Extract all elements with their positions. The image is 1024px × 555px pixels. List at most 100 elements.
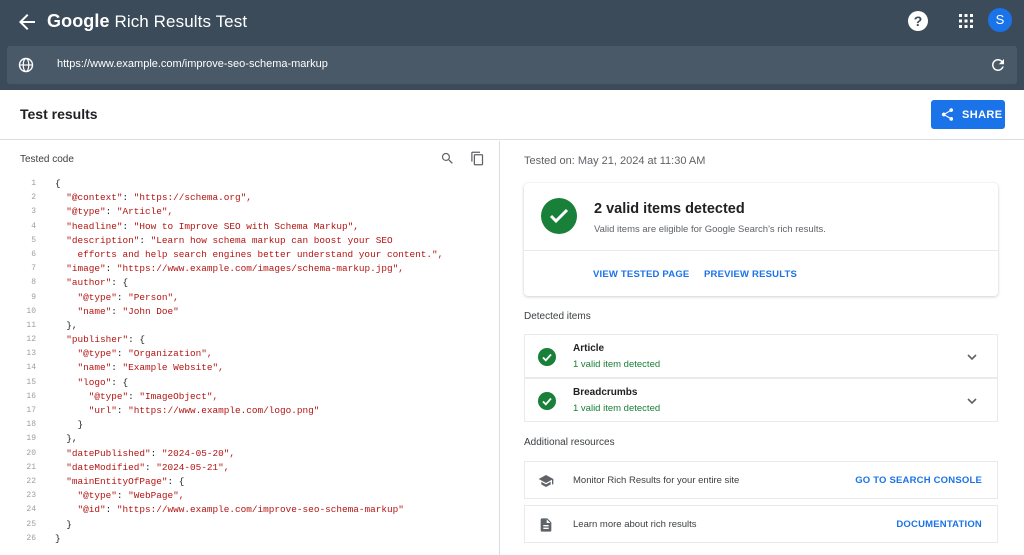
code-colon: : bbox=[145, 461, 157, 473]
line-number: 17 bbox=[26, 406, 36, 415]
line-number: 25 bbox=[26, 519, 36, 529]
help-icon[interactable]: ? bbox=[908, 11, 928, 31]
line-number: 1 bbox=[31, 179, 36, 188]
code-key: "author" bbox=[55, 277, 112, 289]
code-text: "name": "John Doe" bbox=[55, 305, 179, 319]
code-line: 17 "url": "https://www.example.com/logo.… bbox=[0, 404, 498, 418]
line-number: 19 bbox=[26, 434, 36, 444]
code-string: "https://www.example.com/logo.png" bbox=[128, 405, 320, 416]
code-string: "Example Website", bbox=[122, 362, 224, 374]
code-colon: : bbox=[128, 334, 140, 346]
code-string: "How to Improve SEO with Schema Markup", bbox=[133, 220, 359, 232]
code-colon: : bbox=[150, 447, 162, 459]
code-text: "url": "https://www.example.com/logo.png… bbox=[55, 404, 320, 418]
line-number: 26 bbox=[26, 533, 36, 543]
code-text: "@type": "WebPage", bbox=[55, 489, 185, 503]
view-tested-page-link[interactable]: VIEW TESTED PAGE bbox=[593, 269, 689, 280]
code-viewer[interactable]: 1{2 "@context": "https://schema.org", 3 "… bbox=[0, 177, 498, 546]
code-key: "description" bbox=[55, 234, 140, 246]
code-text: "@type": "Organization", bbox=[55, 347, 213, 361]
code-string: "Learn how schema markup can boost your … bbox=[150, 234, 393, 246]
code-punct: } bbox=[55, 532, 61, 544]
code-text: "@context": "https://schema.org", bbox=[55, 191, 252, 205]
tested-on-timestamp: Tested on: May 21, 2024 at 11:30 AM bbox=[524, 155, 706, 167]
chevron-down-icon[interactable] bbox=[966, 395, 978, 407]
code-line: 24 "@id": "https://www.example.com/impro… bbox=[0, 503, 498, 517]
code-text: "@type": "Person", bbox=[55, 291, 179, 305]
line-number: 7 bbox=[31, 264, 36, 274]
url-bar[interactable]: https://www.example.com/improve-seo-sche… bbox=[7, 46, 1017, 84]
code-line: 14 "name": "Example Website", bbox=[0, 361, 498, 375]
code-key: "logo" bbox=[55, 376, 112, 388]
code-line: 20 "datePublished": "2024-05-20", bbox=[0, 447, 498, 461]
code-text: "@type": "Article", bbox=[55, 205, 173, 219]
document-icon bbox=[540, 518, 552, 532]
copy-icon[interactable] bbox=[470, 151, 485, 166]
line-number: 14 bbox=[26, 363, 36, 373]
code-line: 26} bbox=[0, 532, 498, 546]
code-key: "name" bbox=[55, 305, 112, 317]
line-number: 15 bbox=[26, 377, 36, 387]
account-avatar[interactable]: S bbox=[988, 8, 1012, 32]
code-text: "description": "Learn how schema markup … bbox=[55, 234, 393, 248]
code-text: "headline": "How to Improve SEO with Sch… bbox=[55, 220, 359, 234]
code-key: "name" bbox=[55, 362, 112, 374]
line-number: 22 bbox=[26, 476, 36, 486]
code-string: efforts and help search engines better u… bbox=[77, 248, 444, 260]
chevron-down-icon[interactable] bbox=[966, 351, 978, 363]
apps-grid-icon[interactable] bbox=[958, 13, 974, 29]
line-number: 11 bbox=[26, 320, 36, 330]
line-number: 20 bbox=[26, 448, 36, 458]
tested-code-label: Tested code bbox=[20, 154, 74, 165]
tested-url[interactable]: https://www.example.com/improve-seo-sche… bbox=[57, 58, 328, 70]
code-colon: : bbox=[116, 490, 129, 502]
detected-item-breadcrumbs[interactable]: Breadcrumbs 1 valid item detected bbox=[524, 378, 998, 422]
code-text: "logo": { bbox=[55, 376, 129, 390]
code-colon: : bbox=[111, 362, 123, 374]
tested-code-panel: Tested code 1{2 "@context": "https://sch… bbox=[0, 141, 500, 555]
code-colon: : bbox=[128, 390, 140, 402]
code-line: 6 efforts and help search engines better… bbox=[0, 248, 498, 262]
code-key: "datePublished" bbox=[55, 447, 151, 459]
code-key: "@type" bbox=[55, 291, 117, 303]
code-text: "@id": "https://www.example.com/improve-… bbox=[55, 503, 404, 517]
back-arrow-icon[interactable] bbox=[15, 10, 39, 34]
code-string: "Person", bbox=[128, 291, 179, 303]
code-line: 1{ bbox=[0, 177, 498, 191]
code-key: "image" bbox=[55, 263, 106, 275]
code-punct: { bbox=[139, 334, 146, 346]
code-colon: : bbox=[105, 504, 117, 516]
search-icon[interactable] bbox=[440, 151, 455, 166]
code-key: "@type" bbox=[55, 348, 117, 360]
line-number: 16 bbox=[26, 391, 36, 401]
detected-item-article[interactable]: Article 1 valid item detected bbox=[524, 334, 998, 378]
code-text: "@type": "ImageObject", bbox=[55, 390, 218, 404]
item-name: Breadcrumbs bbox=[573, 387, 638, 398]
check-circle-icon bbox=[541, 198, 577, 234]
code-key: "url" bbox=[55, 405, 117, 416]
code-line: 3 "@type": "Article", bbox=[0, 205, 498, 219]
code-text: efforts and help search engines better u… bbox=[55, 248, 444, 262]
share-icon bbox=[941, 108, 954, 121]
line-number: 2 bbox=[31, 193, 36, 203]
code-string: "https://www.example.com/images/schema-m… bbox=[116, 263, 404, 275]
code-key: "@id" bbox=[55, 504, 106, 516]
url-bar-container: https://www.example.com/improve-seo-sche… bbox=[0, 43, 1024, 90]
code-key: "publisher" bbox=[55, 334, 129, 346]
line-number: 18 bbox=[26, 420, 36, 430]
refresh-icon[interactable] bbox=[989, 56, 1007, 74]
code-line: 18 } bbox=[0, 418, 498, 432]
check-circle-icon bbox=[538, 348, 556, 366]
line-number: 24 bbox=[26, 505, 36, 515]
code-line: 7 "image": "https://www.example.com/imag… bbox=[0, 262, 498, 276]
documentation-link[interactable]: DOCUMENTATION bbox=[896, 519, 982, 530]
line-number: 21 bbox=[26, 462, 36, 472]
share-button[interactable]: SHARE bbox=[931, 100, 1005, 129]
google-wordmark: Google bbox=[47, 11, 110, 31]
code-string: "ImageObject", bbox=[139, 390, 219, 402]
code-key: "@type" bbox=[55, 206, 106, 218]
code-line: 25 } bbox=[0, 518, 498, 532]
go-to-search-console-link[interactable]: GO TO SEARCH CONSOLE bbox=[855, 475, 982, 486]
code-key: "@type" bbox=[55, 390, 129, 402]
preview-results-link[interactable]: PREVIEW RESULTS bbox=[704, 269, 797, 280]
